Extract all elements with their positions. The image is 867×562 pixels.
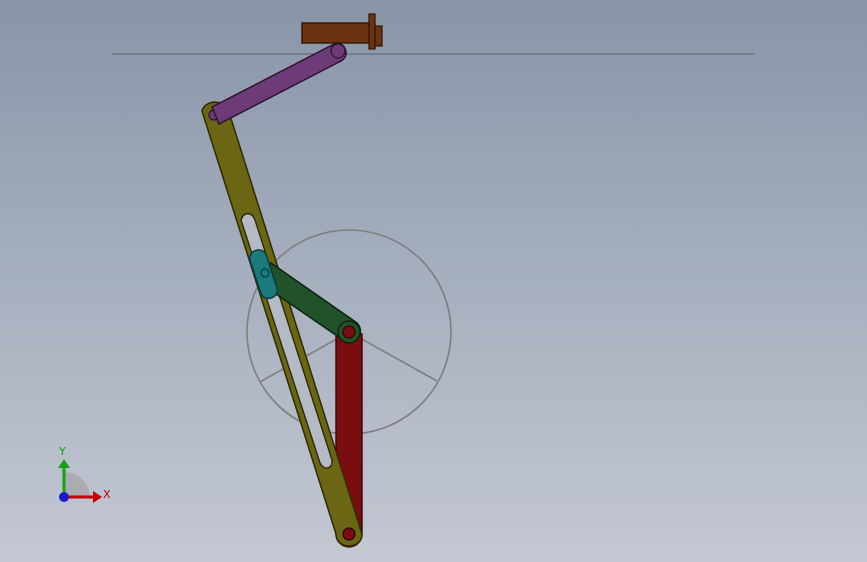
connecting-rod[interactable] [211,42,347,125]
slide-block[interactable] [301,13,383,59]
crank-pivot-pin [342,325,356,339]
y-axis-arrow [58,459,70,468]
x-axis-label: X [103,488,111,501]
triad-plane-quadrant [64,472,90,497]
z-axis-dot [59,492,69,502]
mechanism-scene[interactable]: Y X [0,0,867,562]
y-axis-label: Y [58,445,66,458]
x-axis-arrow [93,491,102,503]
slider-pin [260,268,270,278]
reference-triad: Y X [58,445,111,503]
3d-viewport[interactable]: Y X [0,0,867,562]
lever-bottom-pin [342,527,356,541]
slide-block-pin [330,43,346,59]
